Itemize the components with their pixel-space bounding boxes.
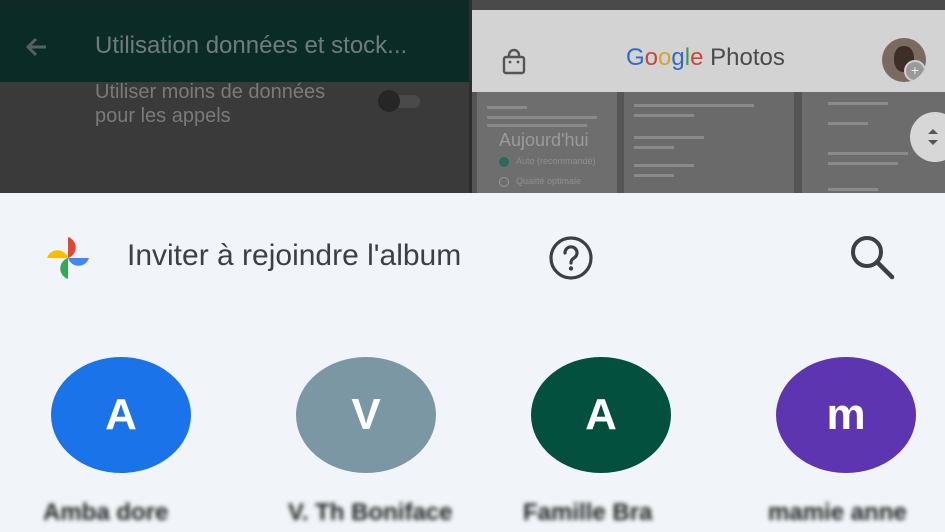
contact-avatar: m — [776, 357, 916, 473]
today-label: Aujourd'hui — [499, 130, 589, 150]
share-sheet-title: Inviter à rejoindre l'album — [127, 239, 462, 272]
google-photos-topbar: Google Photos + — [472, 10, 945, 92]
backup-thumbnail — [624, 92, 794, 193]
contact-target[interactable]: A Amba dore — [43, 357, 191, 526]
background-app-right: Google Photos + Aujourd'hui Auto (recomm… — [472, 0, 945, 193]
contact-avatar: A — [531, 357, 671, 473]
add-badge-icon: + — [904, 60, 926, 82]
contact-initial: m — [826, 390, 866, 439]
logo-photos: Photos — [710, 44, 785, 71]
page-title: Utilisation données et stock... — [95, 32, 408, 59]
logo-google: Google — [626, 44, 704, 71]
setting-label: Utiliser moins de données pour les appel… — [95, 81, 326, 127]
status-bar-right — [472, 0, 945, 10]
option-quality: Qualité optimale — [516, 176, 582, 186]
status-bar — [0, 0, 469, 10]
help-circle-icon[interactable] — [547, 234, 595, 282]
back-arrow-icon — [25, 37, 46, 57]
scroll-arrows-icon — [928, 129, 938, 145]
contact-initial: V — [351, 390, 381, 439]
background-app-left: Utilisation données et stock... Utiliser… — [0, 0, 469, 193]
account-avatar: + — [882, 38, 926, 82]
contact-name: mamie anne — [768, 499, 907, 526]
share-sheet: Inviter à rejoindre l'album A Amba dore … — [0, 193, 945, 532]
radio-auto — [499, 157, 509, 167]
contact-name: Famille Bra — [523, 499, 653, 526]
shopping-bag-icon — [502, 48, 526, 75]
search-icon[interactable] — [846, 231, 898, 283]
contact-initial: A — [585, 390, 617, 439]
contact-avatar: V — [296, 357, 436, 473]
contact-avatar: A — [51, 357, 191, 473]
contact-name: Amba dore — [43, 499, 169, 526]
screen: Utilisation données et stock... Utiliser… — [0, 0, 945, 532]
low-data-toggle — [378, 90, 422, 112]
contact-initial: A — [105, 390, 137, 439]
contact-name: V. Th Boniface — [288, 499, 453, 526]
google-photos-logo: Google Photos — [626, 44, 785, 72]
contact-target[interactable]: V V. Th Boniface — [288, 357, 452, 526]
contact-target[interactable]: A Famille Bra — [523, 357, 671, 526]
app-bar: Utilisation données et stock... — [0, 10, 469, 82]
google-photos-pinwheel-icon — [47, 237, 89, 279]
radio-quality — [499, 177, 509, 187]
option-auto: Auto (recommandé) — [516, 156, 596, 166]
contact-target[interactable]: m mamie anne — [768, 357, 916, 526]
